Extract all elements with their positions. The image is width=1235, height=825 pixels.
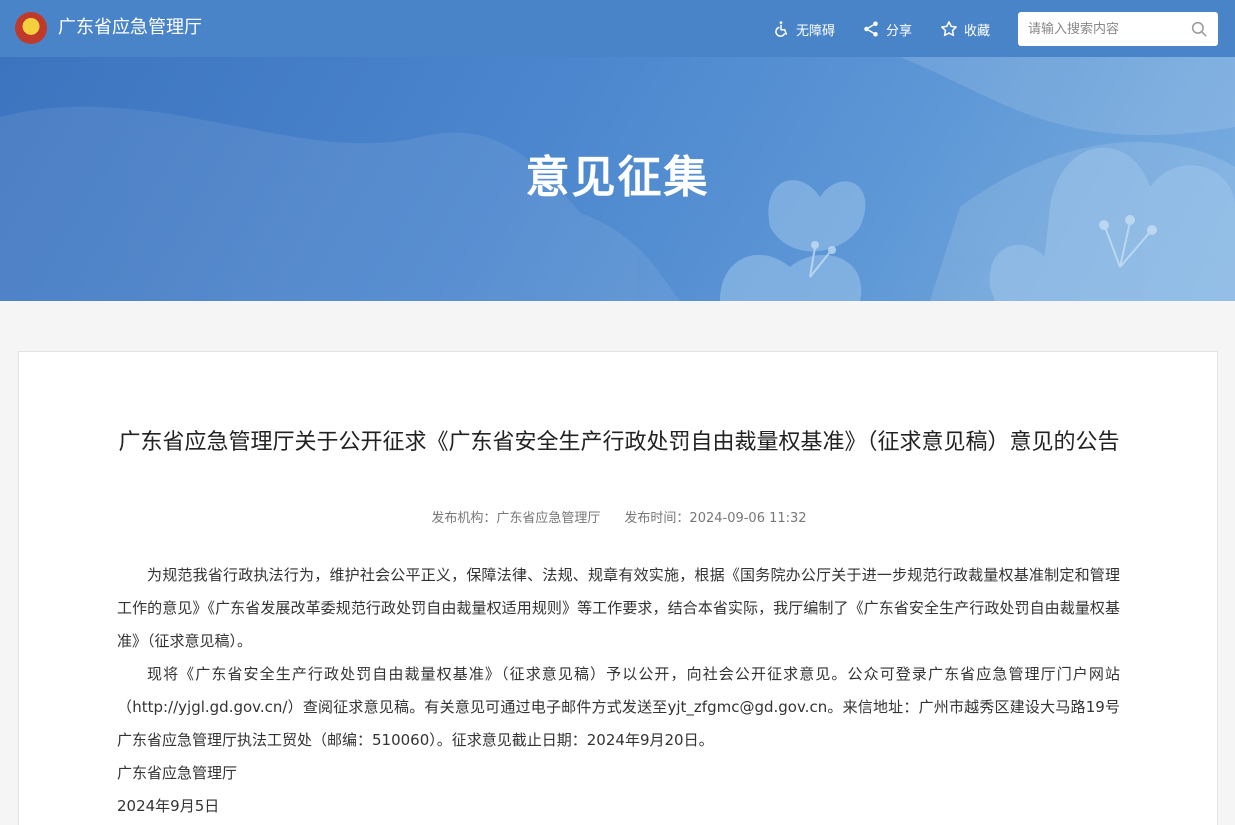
share-icon [864,21,878,37]
article-body: 为规范我省行政执法行为，维护社会公平正义，保障法律、法规、规章有效实施，根据《国… [117,559,1120,823]
article-card: 广东省应急管理厅关于公开征求《广东省安全生产行政处罚自由裁量权基准》（征求意见稿… [18,351,1218,825]
site-name[interactable]: 广东省应急管理厅 [58,17,202,39]
top-header: 广东省应急管理厅 无障碍 分享 收藏 [0,0,1235,57]
share-button[interactable]: 分享 [862,18,912,40]
search-input[interactable] [1028,12,1188,46]
search-icon[interactable] [1190,20,1208,38]
favorite-button[interactable]: 收藏 [940,18,990,40]
banner-title: 意见征集 [525,152,710,203]
article-paragraph: 为规范我省行政执法行为，维护社会公平正义，保障法律、法规、规章有效实施，根据《国… [117,566,1120,650]
article-title: 广东省应急管理厅关于公开征求《广东省安全生产行政处罚自由裁量权基准》（征求意见稿… [118,430,1120,455]
publish-time: 发布时间：2024-09-06 11:32 [624,511,807,526]
signature-date: 2024年9月5日 [117,797,220,815]
accessibility-icon [775,21,787,37]
article-meta: 发布机构：广东省应急管理厅 发布时间：2024-09-06 11:32 [19,509,1219,529]
article-paragraph: 现将《广东省安全生产行政处罚自由裁量权基准》（征求意见稿）予以公开，向社会公开征… [117,665,1120,749]
share-label: 分享 [886,23,913,39]
signature-org: 广东省应急管理厅 [117,764,238,782]
accessibility-button[interactable]: 无障碍 [772,18,835,40]
search-box [1018,12,1218,46]
accessibility-label: 无障碍 [796,23,836,39]
favorite-label: 收藏 [964,23,991,39]
page-banner: 意见征集 [0,57,1235,301]
star-icon [941,21,957,37]
national-emblem-logo[interactable] [15,12,47,44]
publisher: 发布机构：广东省应急管理厅 [431,511,601,526]
